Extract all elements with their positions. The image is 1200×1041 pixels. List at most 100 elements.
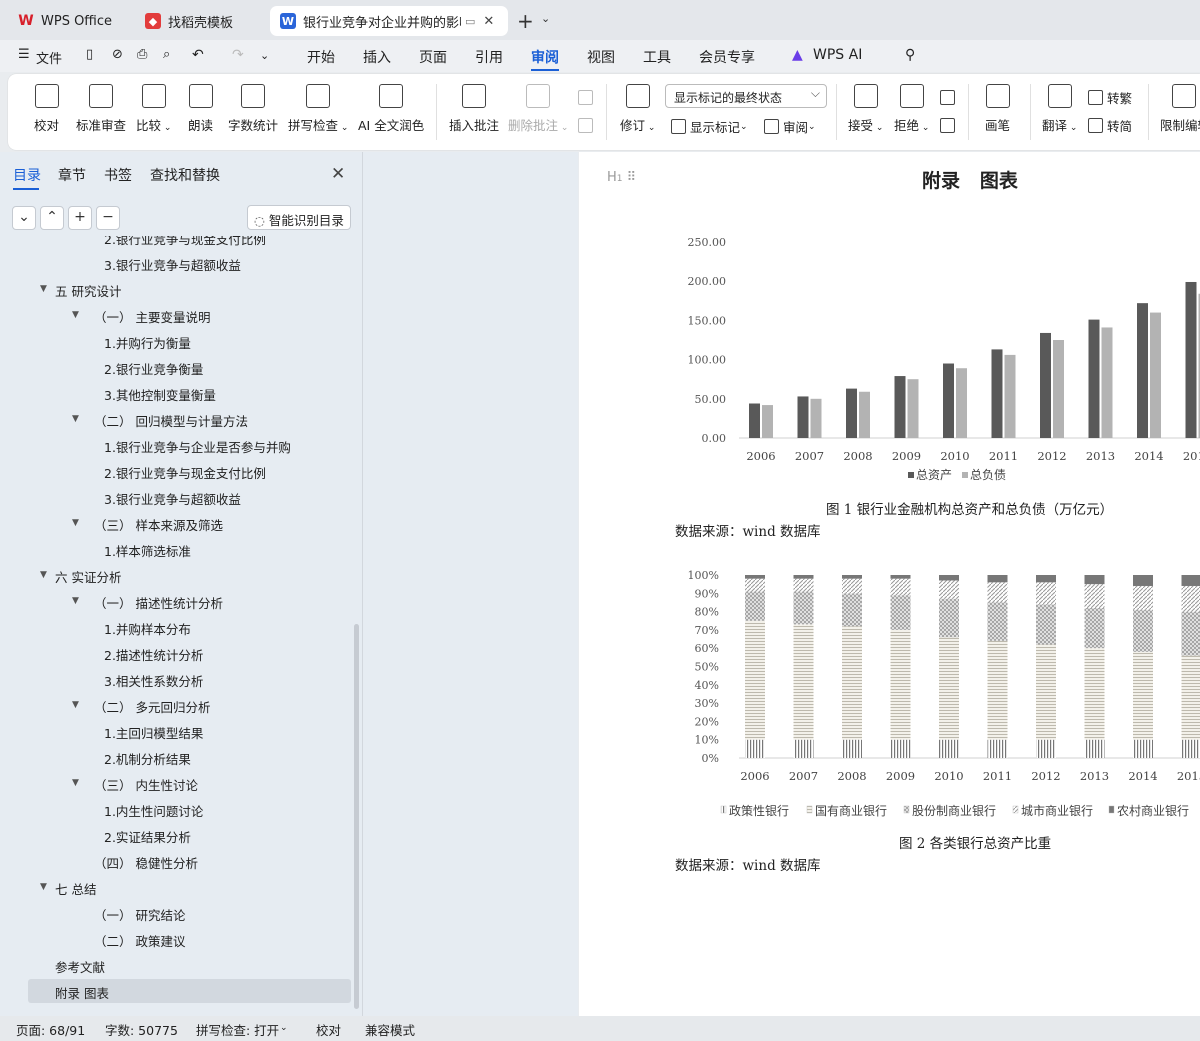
- accept-button[interactable]: 接受 ⌄: [848, 84, 883, 134]
- search-icon[interactable]: ⚲: [905, 47, 915, 63]
- expand-triangle-icon[interactable]: ▼: [72, 778, 79, 788]
- delete-comment-button[interactable]: 删除批注 ⌄: [508, 84, 568, 134]
- word-count[interactable]: 字数: 50775: [105, 1020, 178, 1039]
- toc-item[interactable]: 1.并购样本分布: [104, 619, 191, 638]
- expand-triangle-icon[interactable]: ▼: [40, 284, 47, 294]
- prev-comment-button[interactable]: [578, 90, 597, 105]
- standard-review-button[interactable]: 标准审查: [76, 84, 126, 134]
- menu-wps-ai[interactable]: WPS AI: [813, 47, 862, 63]
- toc-item[interactable]: 1.主回归模型结果: [104, 723, 203, 742]
- menu-references[interactable]: 引用: [475, 47, 503, 67]
- spell-check-button[interactable]: 拼写检查 ⌄: [288, 84, 348, 134]
- menu-icon[interactable]: ☰: [18, 47, 30, 62]
- redo-icon[interactable]: ↷: [232, 47, 244, 63]
- toc-item[interactable]: 3.其他控制变量衡量: [104, 385, 216, 404]
- remove-heading-button[interactable]: −: [96, 206, 120, 230]
- chevron-down-icon[interactable]: ⌄: [541, 12, 550, 25]
- toc-item[interactable]: 2.描述性统计分析: [104, 645, 203, 664]
- menu-page[interactable]: 页面: [419, 47, 447, 67]
- toc-item[interactable]: （二） 回归模型与计量方法: [94, 411, 248, 430]
- menu-tools[interactable]: 工具: [643, 47, 671, 67]
- toc-item[interactable]: （二） 多元回归分析: [94, 697, 210, 716]
- menu-file[interactable]: 文件: [36, 48, 62, 67]
- expand-triangle-icon[interactable]: ▼: [40, 570, 47, 580]
- toc-item[interactable]: （四） 稳健性分析: [94, 853, 198, 872]
- word-count-button[interactable]: 字数统计: [228, 84, 278, 134]
- toc-item[interactable]: 3.银行业竞争与超额收益: [104, 489, 241, 508]
- review-pane-button[interactable]: 审阅 ⌄: [764, 117, 816, 136]
- collapse-up-button[interactable]: ⌃: [40, 206, 64, 230]
- to-simplified-button[interactable]: 转简: [1088, 116, 1132, 135]
- more-chevron-icon[interactable]: ⌄: [260, 49, 269, 62]
- toc-item[interactable]: 2.银行业竞争衡量: [104, 359, 203, 378]
- toc-item[interactable]: 3.银行业竞争与超额收益: [104, 255, 241, 274]
- read-aloud-button[interactable]: 朗读: [188, 84, 213, 134]
- close-tab-icon[interactable]: ✕: [483, 14, 494, 29]
- expand-triangle-icon[interactable]: ▼: [72, 518, 79, 528]
- smart-toc-button[interactable]: ◌ 智能识别目录: [247, 205, 351, 230]
- expand-triangle-icon[interactable]: ▼: [72, 700, 79, 710]
- menu-vip[interactable]: 会员专享: [699, 47, 755, 67]
- chevron-down-icon[interactable]: ⌄: [280, 1023, 288, 1033]
- tab-bookmarks[interactable]: 书签: [104, 165, 132, 185]
- toc-item[interactable]: 3.相关性系数分析: [104, 671, 203, 690]
- undo-icon[interactable]: ↶: [192, 47, 204, 63]
- print-icon[interactable]: ⎙: [137, 47, 147, 62]
- toc-item[interactable]: （一） 主要变量说明: [94, 307, 210, 326]
- proof-status[interactable]: 校对: [316, 1020, 341, 1039]
- tab-wps-office[interactable]: W WPS Office: [8, 6, 128, 36]
- menu-review[interactable]: 审阅: [531, 47, 559, 67]
- tab-toc[interactable]: 目录: [13, 165, 41, 185]
- translate-button[interactable]: 翻译 ⌄: [1042, 84, 1077, 134]
- markup-state-select[interactable]: 显示标记的最终状态: [665, 84, 827, 108]
- page-indicator[interactable]: 页面: 68/91: [16, 1020, 85, 1039]
- heading-marker-icon[interactable]: H1 ⠿: [607, 170, 636, 185]
- toc-item[interactable]: 七 总结: [55, 879, 96, 898]
- pen-button[interactable]: 画笔: [985, 84, 1010, 134]
- ai-polish-button[interactable]: AI 全文润色: [358, 84, 424, 134]
- toc-item[interactable]: （三） 内生性讨论: [94, 775, 198, 794]
- toc-item[interactable]: 2.机制分析结果: [104, 749, 191, 768]
- close-pane-icon[interactable]: ✕: [331, 164, 345, 184]
- proof-button[interactable]: 校对: [34, 84, 59, 134]
- expand-down-button[interactable]: ⌄: [12, 206, 36, 230]
- spell-check-status[interactable]: 拼写检查: 打开: [196, 1020, 279, 1039]
- toc-item[interactable]: 附录 图表: [28, 979, 351, 1003]
- menu-home[interactable]: 开始: [307, 47, 335, 67]
- compare-button[interactable]: 比较 ⌄: [136, 84, 171, 134]
- tab-chapters[interactable]: 章节: [58, 165, 86, 185]
- add-heading-button[interactable]: +: [68, 206, 92, 230]
- tab-docer-templates[interactable]: ◆ 找稻壳模板: [135, 6, 263, 36]
- toc-item[interactable]: 五 研究设计: [55, 281, 121, 300]
- prev-change-button[interactable]: [940, 90, 959, 105]
- share-icon[interactable]: ⊘: [112, 47, 123, 62]
- toc-item[interactable]: 2.银行业竞争与现金支付比例: [104, 236, 266, 248]
- toc-item[interactable]: （一） 描述性统计分析: [94, 593, 223, 612]
- expand-triangle-icon[interactable]: ▼: [72, 596, 79, 606]
- pane-scrollbar[interactable]: [354, 624, 359, 1009]
- expand-triangle-icon[interactable]: ▼: [40, 882, 47, 892]
- toc-item[interactable]: 1.并购行为衡量: [104, 333, 191, 352]
- toc-item[interactable]: 1.样本筛选标准: [104, 541, 191, 560]
- next-change-button[interactable]: [940, 118, 959, 133]
- reject-button[interactable]: 拒绝 ⌄: [894, 84, 929, 134]
- show-markup-button[interactable]: 显示标记 ⌄: [671, 117, 748, 136]
- toc-item[interactable]: 2.银行业竞争与现金支付比例: [104, 463, 266, 482]
- insert-comment-button[interactable]: 插入批注: [449, 84, 499, 134]
- toc-item[interactable]: 2.实证结果分析: [104, 827, 191, 846]
- toc-item[interactable]: （二） 政策建议: [94, 931, 185, 950]
- to-traditional-button[interactable]: 转繁: [1088, 88, 1132, 107]
- toc-item[interactable]: （三） 样本来源及筛选: [94, 515, 223, 534]
- toc-item[interactable]: 1.银行业竞争与企业是否参与并购: [104, 437, 291, 456]
- new-tab-icon[interactable]: +: [517, 9, 534, 33]
- menu-insert[interactable]: 插入: [363, 47, 391, 67]
- track-changes-button[interactable]: 修订 ⌄: [620, 84, 655, 134]
- toc-item[interactable]: 参考文献: [55, 957, 105, 976]
- tab-find-replace[interactable]: 查找和替换: [150, 165, 220, 185]
- screen-icon[interactable]: ▭: [465, 15, 475, 28]
- toc-item[interactable]: 1.内生性问题讨论: [104, 801, 203, 820]
- print-preview-icon[interactable]: ⌕: [163, 47, 170, 62]
- restrict-editing-button[interactable]: 限制编辑: [1160, 84, 1200, 134]
- expand-triangle-icon[interactable]: ▼: [72, 414, 79, 424]
- toc-item[interactable]: （一） 研究结论: [94, 905, 185, 924]
